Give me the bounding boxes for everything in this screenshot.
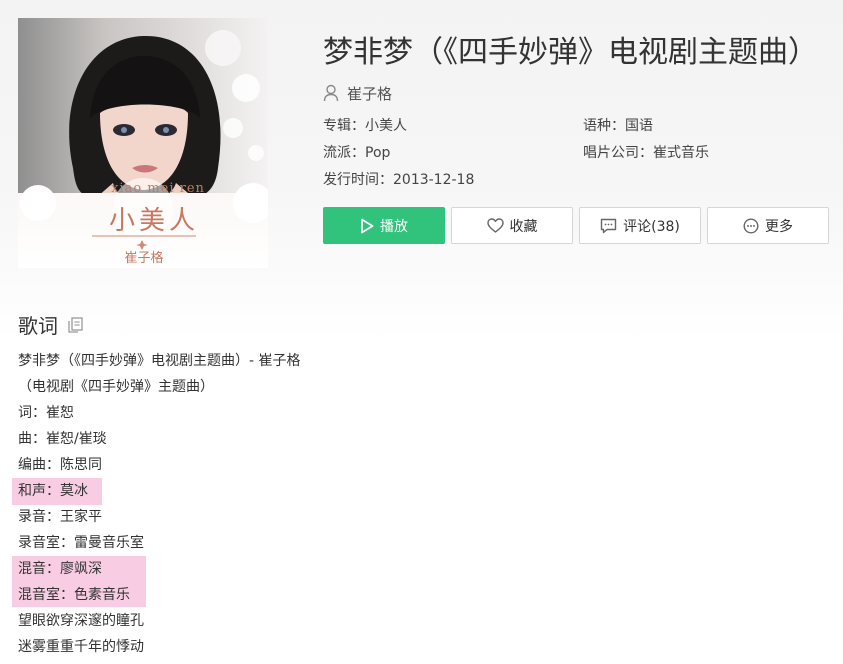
lyric-line: 和声：莫冰 [18, 483, 88, 499]
lyric-line: 编曲：陈思同 [18, 457, 102, 473]
release-label: 发行时间： [323, 172, 393, 188]
artist-link[interactable]: 崔子格 [323, 82, 392, 104]
cover-pinyin: xiao mei ren [111, 181, 205, 196]
more-icon [743, 217, 759, 234]
more-label: 更多 [765, 218, 793, 235]
favorite-label: 收藏 [509, 218, 538, 235]
lyric-line: 混音室：色素音乐 [18, 587, 130, 603]
song-title: 梦非梦（《四手妙弹》电视剧主题曲） [323, 35, 818, 70]
album-info: 专辑：小美人 [323, 117, 407, 135]
company-label: 唱片公司： [583, 145, 653, 161]
company-value: 崔式音乐 [653, 145, 709, 161]
favorite-button[interactable]: 收藏 [451, 207, 573, 244]
person-icon [323, 84, 339, 102]
genre-value: Pop [365, 145, 391, 161]
comment-label: 评论(38) [623, 218, 680, 235]
language-info: 语种：国语 [583, 117, 653, 135]
lyric-line: 迷雾重重千年的悸动 [18, 639, 144, 655]
play-button[interactable]: 播放 [323, 207, 445, 244]
lyrics-title: 歌词 [18, 314, 58, 338]
album-value[interactable]: 小美人 [365, 118, 407, 134]
album-label: 专辑： [323, 118, 365, 134]
lyric-line: 梦非梦（《四手妙弹》电视剧主题曲）- 崔子格 [18, 353, 301, 369]
lyric-line: 曲：崔恕/崔琰 [18, 431, 107, 447]
language-label: 语种： [583, 118, 625, 134]
cover-title: 小美人 [108, 206, 199, 236]
lyrics-list: 梦非梦（《四手妙弹》电视剧主题曲）- 崔子格 （电视剧《四手妙弹》主题曲） 词：… [18, 348, 301, 660]
comment-button[interactable]: 评论(38) [579, 207, 701, 244]
more-button[interactable]: 更多 [707, 207, 829, 244]
play-icon [361, 218, 374, 233]
artist-name[interactable]: 崔子格 [347, 83, 392, 104]
album-cover[interactable]: xiao mei ren 小美人 崔子格 [18, 18, 268, 268]
lyrics-heading: 歌词 [18, 310, 83, 339]
company-info: 唱片公司：崔式音乐 [583, 144, 709, 162]
release-info: 发行时间：2013-12-18 [323, 171, 474, 189]
lyric-line: 词：崔恕 [18, 405, 74, 421]
comment-icon [600, 218, 617, 233]
cover-artist: 崔子格 [124, 251, 164, 266]
lyric-line: 录音室：雷曼音乐室 [18, 535, 144, 551]
genre-info: 流派：Pop [323, 144, 390, 162]
lyric-line: 望眼欲穿深邃的瞳孔 [18, 613, 144, 629]
language-value: 国语 [625, 118, 653, 134]
heart-icon [486, 218, 504, 233]
genre-label: 流派： [323, 145, 365, 161]
copy-icon[interactable] [68, 316, 83, 333]
lyric-line: 混音：廖飒深 [18, 561, 102, 577]
play-label: 播放 [380, 218, 408, 235]
release-value: 2013-12-18 [393, 172, 475, 188]
lyric-line: 录音：王家平 [18, 509, 102, 525]
lyric-line: （电视剧《四手妙弹》主题曲） [18, 379, 214, 395]
